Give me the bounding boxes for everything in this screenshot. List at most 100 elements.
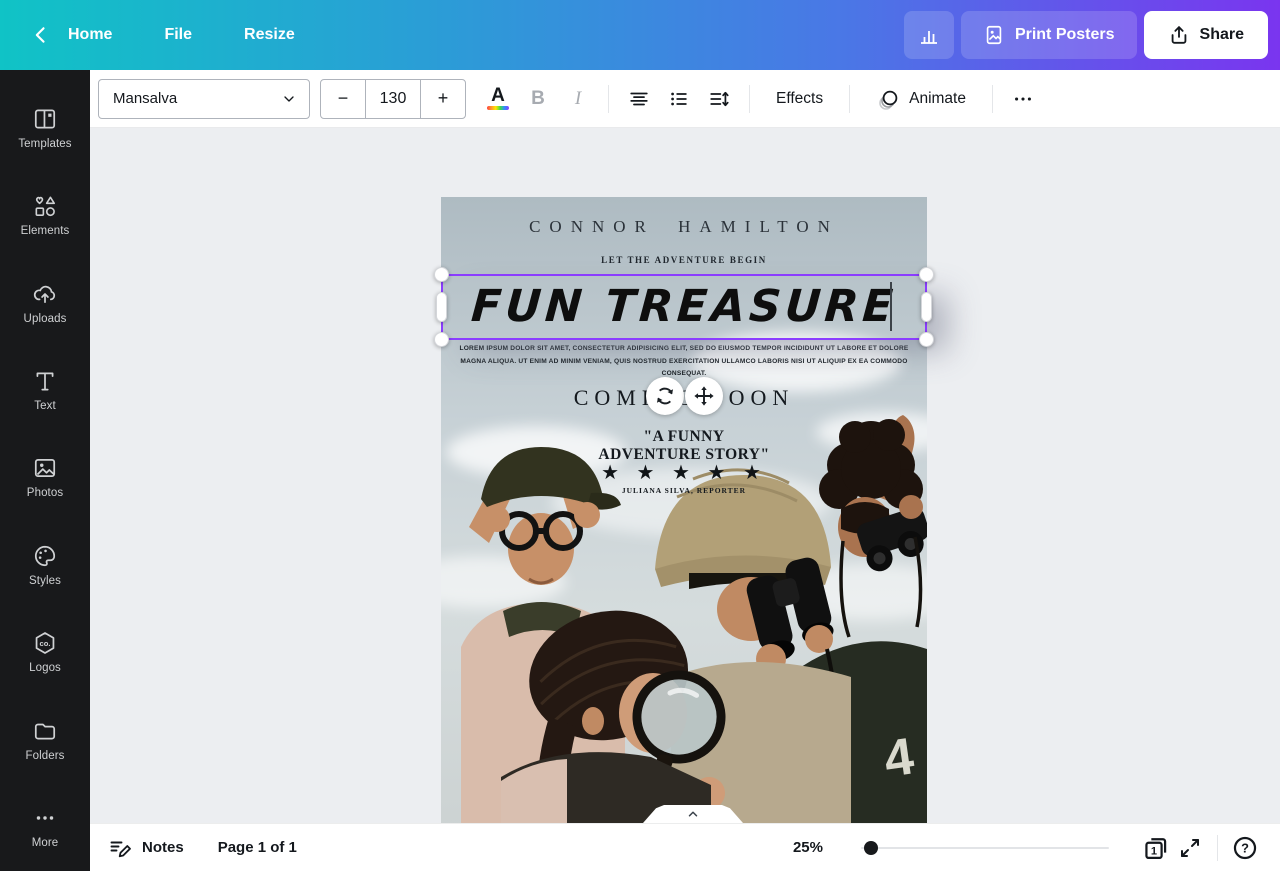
page-count-badge: 1 <box>1151 845 1157 857</box>
toolbar-more-button[interactable] <box>1003 79 1043 119</box>
statusbar: Notes Page 1 of 1 25% 1 <box>90 823 1280 871</box>
sidebar-item-elements[interactable]: Elements <box>0 171 90 258</box>
share-icon <box>1168 24 1190 46</box>
expand-icon <box>1178 836 1202 860</box>
divider <box>749 85 750 113</box>
text-align-button[interactable] <box>619 79 659 119</box>
share-button[interactable]: Share <box>1144 11 1268 59</box>
sidebar-item-label: Folders <box>25 750 64 762</box>
poster-review-quote[interactable]: "A FUNNY ADVENTURE STORY" <box>591 428 777 464</box>
sidebar: Templates Elements Uploads Text <box>0 70 90 871</box>
sidebar-item-label: Uploads <box>24 313 67 325</box>
text-icon <box>32 368 58 394</box>
notes-label: Notes <box>142 839 184 856</box>
divider <box>992 85 993 113</box>
sidebar-item-more[interactable]: More <box>0 784 90 871</box>
photos-icon <box>32 455 58 481</box>
design-canvas[interactable]: 4 <box>90 128 1280 823</box>
rotate-icon <box>654 385 676 407</box>
menu-resize[interactable]: Resize <box>244 16 295 54</box>
chevron-down-icon <box>281 91 297 107</box>
chevron-up-icon <box>685 807 701 821</box>
move-button[interactable] <box>685 377 723 415</box>
templates-icon <box>32 106 58 132</box>
svg-text:?: ? <box>1241 840 1249 855</box>
menu-home[interactable]: Home <box>68 16 112 54</box>
share-label: Share <box>1200 26 1244 44</box>
move-icon <box>693 385 715 407</box>
help-button[interactable]: ? <box>1228 831 1262 865</box>
bold-button[interactable]: B <box>518 79 558 119</box>
resize-handle-bottom-left[interactable] <box>434 332 449 347</box>
animate-button[interactable]: Animate <box>860 79 982 119</box>
effects-button[interactable]: Effects <box>760 79 839 119</box>
font-size-value[interactable]: 130 <box>365 80 421 118</box>
resize-handle-left[interactable] <box>436 292 447 322</box>
statusbar-right: 25% 1 <box>793 831 1262 865</box>
zoom-slider[interactable] <box>861 841 1109 855</box>
ellipsis-icon <box>1012 88 1034 110</box>
text-color-button[interactable]: A <box>478 79 518 119</box>
sidebar-item-logos[interactable]: co. Logos <box>0 609 90 696</box>
poster-icon <box>983 24 1005 46</box>
print-posters-button[interactable]: Print Posters <box>961 11 1137 59</box>
divider <box>608 85 609 113</box>
palette-icon <box>32 543 58 569</box>
chevron-left-icon <box>31 25 51 45</box>
sidebar-item-folders[interactable]: Folders <box>0 696 90 783</box>
line-spacing-button[interactable] <box>699 79 739 119</box>
sidebar-item-templates[interactable]: Templates <box>0 84 90 171</box>
bottom-panel-expand-tab[interactable] <box>643 805 743 823</box>
rotate-button[interactable] <box>646 377 684 415</box>
pages-view-button[interactable]: 1 <box>1139 831 1173 865</box>
print-posters-label: Print Posters <box>1015 26 1115 44</box>
notes-icon <box>108 836 132 860</box>
poster-body-text[interactable]: LOREM IPSUM DOLOR SIT AMET, CONSECTETUR … <box>458 343 910 381</box>
font-size-decrease-button[interactable]: − <box>321 80 365 118</box>
font-family-select[interactable]: Mansalva <box>98 79 310 119</box>
zoom-level-value[interactable]: 25% <box>793 839 823 856</box>
topbar-menu: Home File Resize <box>26 16 347 54</box>
list-button[interactable] <box>659 79 699 119</box>
divider <box>849 85 850 113</box>
zoom-slider-track <box>861 847 1109 849</box>
poster-coming-soon-text[interactable]: COMING SOON <box>441 385 927 411</box>
menu-file[interactable]: File <box>164 16 192 54</box>
font-size-stepper: − 130 + <box>320 79 466 119</box>
sidebar-item-label: More <box>32 837 59 849</box>
back-button[interactable] <box>26 20 56 50</box>
help-icon: ? <box>1231 834 1259 862</box>
sidebar-item-label: Styles <box>29 575 61 587</box>
sidebar-item-uploads[interactable]: Uploads <box>0 259 90 346</box>
text-toolbar: Mansalva − 130 + A B I <box>90 70 1280 128</box>
poster-tagline-text[interactable]: LET THE ADVENTURE BEGIN <box>441 255 927 265</box>
sidebar-item-text[interactable]: Text <box>0 346 90 433</box>
font-size-increase-button[interactable]: + <box>421 80 465 118</box>
folder-icon <box>32 718 58 744</box>
zoom-slider-thumb[interactable] <box>864 841 878 855</box>
sidebar-item-label: Templates <box>18 138 71 150</box>
sidebar-item-label: Text <box>34 400 56 412</box>
italic-button[interactable]: I <box>558 79 598 119</box>
rainbow-color-bar <box>487 106 509 110</box>
elements-icon <box>32 193 58 219</box>
sidebar-item-label: Logos <box>29 662 61 674</box>
poster-author-text[interactable]: CONNOR HAMILTON <box>441 217 927 237</box>
divider <box>1217 835 1218 861</box>
resize-handle-bottom-right[interactable] <box>919 332 934 347</box>
resize-handle-top-left[interactable] <box>434 267 449 282</box>
sidebar-item-styles[interactable]: Styles <box>0 521 90 608</box>
text-selection-box[interactable] <box>441 274 927 340</box>
sidebar-item-photos[interactable]: Photos <box>0 434 90 521</box>
fullscreen-button[interactable] <box>1173 831 1207 865</box>
poster-reviewer-text[interactable]: JULIANA SILVA, REPORTER <box>441 486 927 495</box>
notes-button[interactable]: Notes <box>108 836 184 860</box>
more-dots-icon <box>32 805 58 831</box>
poster-star-rating[interactable]: ★ ★ ★ ★ ★ <box>441 460 927 485</box>
spacing-icon <box>708 88 730 110</box>
resize-handle-top-right[interactable] <box>919 267 934 282</box>
sidebar-item-label: Photos <box>27 487 63 499</box>
logos-icon: co. <box>32 630 58 656</box>
resize-handle-right[interactable] <box>921 292 932 322</box>
analytics-button[interactable] <box>904 11 954 59</box>
